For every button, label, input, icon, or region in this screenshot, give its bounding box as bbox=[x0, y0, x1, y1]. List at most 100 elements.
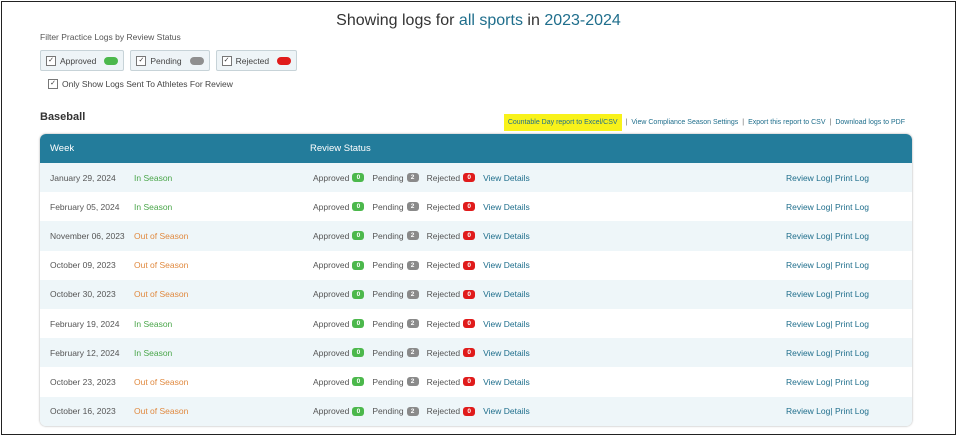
rejected-label: Rejected bbox=[426, 230, 461, 241]
view-details-link[interactable]: View Details bbox=[483, 377, 530, 387]
link-separator: | bbox=[742, 119, 745, 126]
review-status-cell: Approved 0 Pending 2 Rejected 0 View Det… bbox=[313, 348, 530, 358]
only-show-sent-toggle[interactable]: ✓ Only Show Logs Sent To Athletes For Re… bbox=[48, 79, 233, 89]
rejected-label: Rejected bbox=[426, 289, 461, 300]
review-log-link[interactable]: Review Log bbox=[786, 377, 830, 387]
sport-scope-selector[interactable]: all sports bbox=[459, 12, 523, 29]
view-details-link[interactable]: View Details bbox=[483, 289, 530, 299]
review-status-cell: Approved 0 Pending 2 Rejected 0 View Det… bbox=[313, 406, 530, 416]
review-log-link[interactable]: Review Log bbox=[786, 289, 830, 299]
week-cell: October 23, 2023 bbox=[50, 376, 116, 387]
pending-label: Pending bbox=[372, 260, 404, 271]
review-status-cell: Approved 0 Pending 2 Rejected 0 View Det… bbox=[313, 202, 530, 212]
season-selector[interactable]: 2023-2024 bbox=[544, 12, 621, 29]
filter-rejected[interactable]: ✓ Rejected bbox=[215, 50, 298, 71]
view-details-link[interactable]: View Details bbox=[483, 348, 530, 358]
pending-label: Pending bbox=[372, 230, 404, 241]
pending-color-pill bbox=[189, 56, 204, 65]
week-cell: February 19, 2024 bbox=[50, 318, 120, 329]
row-actions: Review Log| Print Log bbox=[786, 202, 869, 212]
review-status-cell: Approved 0 Pending 2 Rejected 0 View Det… bbox=[313, 173, 530, 183]
week-cell: October 16, 2023 bbox=[50, 406, 116, 417]
pending-label: Pending bbox=[372, 376, 404, 387]
week-cell: January 29, 2024 bbox=[50, 172, 116, 183]
pending-count-badge: 2 bbox=[406, 260, 419, 270]
rejected-label: Rejected bbox=[426, 172, 461, 183]
print-log-link[interactable]: Print Log bbox=[835, 348, 869, 358]
countable-day-report-link[interactable]: Countable Day report to Excel/CSV bbox=[503, 114, 622, 131]
week-cell: November 06, 2023 bbox=[50, 230, 125, 241]
review-status-cell: Approved 0 Pending 2 Rejected 0 View Det… bbox=[313, 319, 530, 329]
view-details-link[interactable]: View Details bbox=[483, 202, 530, 212]
table-row: February 19, 2024 In Season Approved 0 P… bbox=[40, 308, 912, 339]
view-details-link[interactable]: View Details bbox=[483, 319, 530, 329]
pending-count-badge: 2 bbox=[406, 319, 419, 329]
approved-label: Approved bbox=[313, 172, 350, 183]
filter-pending[interactable]: ✓ Pending bbox=[130, 50, 210, 71]
pending-checkbox[interactable]: ✓ bbox=[136, 55, 147, 66]
print-log-link[interactable]: Print Log bbox=[835, 289, 869, 299]
rejected-label: Rejected bbox=[426, 318, 461, 329]
week-cell: October 09, 2023 bbox=[50, 260, 116, 271]
print-log-link[interactable]: Print Log bbox=[835, 260, 869, 270]
review-log-link[interactable]: Review Log bbox=[786, 202, 830, 212]
action-separator: | bbox=[830, 406, 833, 417]
rejected-color-pill bbox=[277, 56, 292, 65]
print-log-link[interactable]: Print Log bbox=[835, 173, 869, 183]
review-log-link[interactable]: Review Log bbox=[786, 319, 830, 329]
pending-count-badge: 2 bbox=[406, 231, 419, 241]
table-row: February 12, 2024 In Season Approved 0 P… bbox=[40, 338, 912, 368]
view-details-link[interactable]: View Details bbox=[483, 173, 530, 183]
print-log-link[interactable]: Print Log bbox=[835, 406, 869, 416]
pending-count-badge: 2 bbox=[406, 377, 419, 387]
pending-label: Pending bbox=[372, 289, 404, 300]
logs-table: Week Review Status January 29, 2024 In S… bbox=[40, 134, 912, 426]
review-log-link[interactable]: Review Log bbox=[786, 173, 830, 183]
table-body: January 29, 2024 In Season Approved 0 Pe… bbox=[40, 163, 912, 426]
header-review-status: Review Status bbox=[310, 143, 371, 154]
only-show-checkbox[interactable]: ✓ bbox=[48, 79, 58, 89]
approved-label: Approved bbox=[313, 347, 350, 358]
filter-approved[interactable]: ✓ Approved bbox=[40, 50, 125, 71]
review-log-link[interactable]: Review Log bbox=[786, 406, 830, 416]
review-log-link[interactable]: Review Log bbox=[786, 231, 830, 241]
pending-count-badge: 2 bbox=[406, 406, 419, 416]
table-row: February 05, 2024 In Season Approved 0 P… bbox=[40, 192, 912, 222]
print-log-link[interactable]: Print Log bbox=[835, 377, 869, 387]
season-cell: In Season bbox=[134, 201, 173, 212]
rejected-checkbox[interactable]: ✓ bbox=[221, 55, 232, 66]
print-log-link[interactable]: Print Log bbox=[835, 319, 869, 329]
review-status-cell: Approved 0 Pending 2 Rejected 0 View Det… bbox=[313, 260, 530, 270]
action-separator: | bbox=[830, 289, 833, 300]
week-cell: February 05, 2024 bbox=[50, 201, 120, 212]
approved-count-badge: 0 bbox=[352, 377, 365, 387]
row-actions: Review Log| Print Log bbox=[786, 289, 869, 299]
view-details-link[interactable]: View Details bbox=[483, 260, 530, 270]
week-cell: February 12, 2024 bbox=[50, 347, 120, 358]
print-log-link[interactable]: Print Log bbox=[835, 231, 869, 241]
review-log-link[interactable]: Review Log bbox=[786, 348, 830, 358]
pending-label: Pending bbox=[372, 172, 404, 183]
view-details-link[interactable]: View Details bbox=[483, 231, 530, 241]
review-log-link[interactable]: Review Log bbox=[786, 260, 830, 270]
season-cell: Out of Season bbox=[134, 289, 189, 300]
action-separator: | bbox=[830, 260, 833, 271]
row-actions: Review Log| Print Log bbox=[786, 319, 869, 329]
view-details-link[interactable]: View Details bbox=[483, 406, 530, 416]
pending-count-badge: 2 bbox=[406, 173, 419, 183]
table-row: November 06, 2023 Out of Season Approved… bbox=[40, 221, 912, 251]
approved-count-badge: 0 bbox=[352, 260, 365, 270]
table-row: October 09, 2023 Out of Season Approved … bbox=[40, 250, 912, 280]
link-separator: | bbox=[625, 119, 628, 126]
season-cell: Out of Season bbox=[134, 260, 189, 271]
rejected-count-badge: 0 bbox=[463, 406, 476, 416]
rejected-label: Rejected bbox=[426, 201, 461, 212]
export-csv-link[interactable]: Export this report to CSV bbox=[748, 119, 825, 126]
print-log-link[interactable]: Print Log bbox=[835, 202, 869, 212]
download-pdf-link[interactable]: Download logs to PDF bbox=[835, 119, 905, 126]
approved-checkbox[interactable]: ✓ bbox=[46, 55, 56, 66]
table-row: January 29, 2024 In Season Approved 0 Pe… bbox=[40, 163, 912, 193]
compliance-settings-link[interactable]: View Compliance Season Settings bbox=[631, 119, 738, 126]
title-in-word: in bbox=[527, 12, 540, 29]
rejected-filter-label: Rejected bbox=[235, 55, 270, 66]
